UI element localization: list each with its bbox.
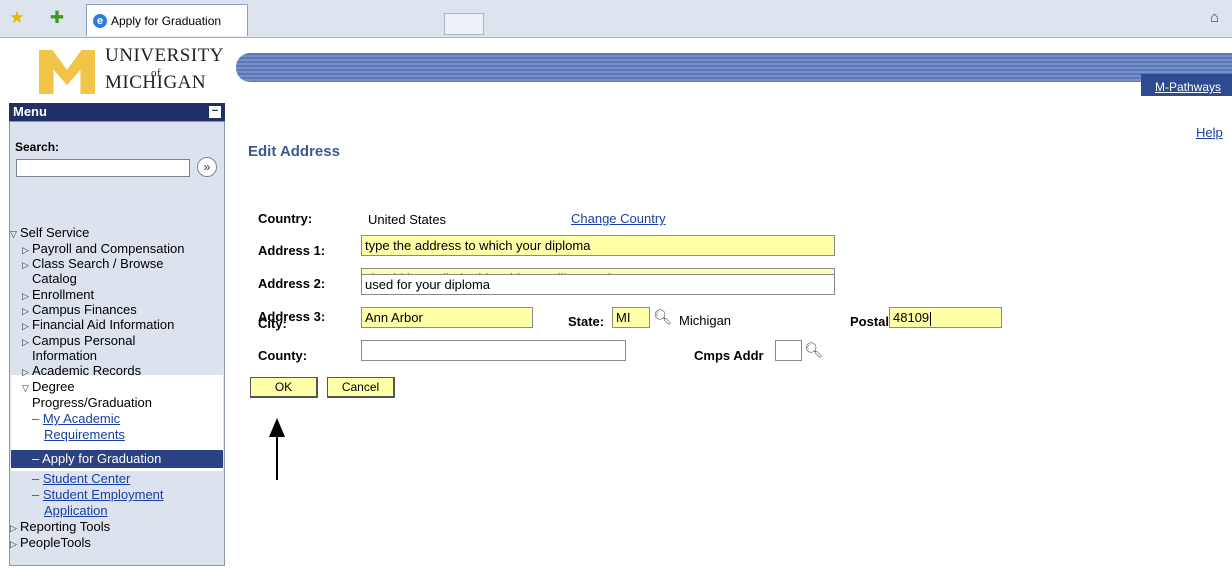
banner-stripe bbox=[236, 53, 1232, 82]
menu-item-apply-graduation[interactable]: – Apply for Graduation bbox=[32, 451, 161, 466]
browser-tab-bar: ★ ✚ e Apply for Graduation ⌂ bbox=[0, 0, 1232, 38]
menu-item-degree-wrap[interactable]: Progress/Graduation bbox=[32, 395, 152, 410]
state-label: State: bbox=[568, 314, 605, 329]
menu-item-student-employment[interactable]: – Student Employment bbox=[32, 487, 164, 502]
address1-label: Address 1: bbox=[258, 243, 326, 258]
state-name: Michigan bbox=[679, 313, 732, 328]
collapsed-triangle-icon: ▷ bbox=[22, 367, 29, 377]
menu-item-financial-aid[interactable]: ▷ Financial Aid Information bbox=[22, 317, 174, 334]
address1-input[interactable]: type the address to which your diploma bbox=[361, 235, 835, 256]
city-input[interactable]: Ann Arbor bbox=[361, 307, 533, 328]
cmps-addr-lookup-icon[interactable]: 🔍︎ bbox=[804, 341, 823, 359]
home-icon[interactable]: ⌂ bbox=[1210, 9, 1228, 27]
menu-item-student-center[interactable]: – Student Center bbox=[32, 471, 130, 486]
university-logo: UNIVERSITY of MICHIGAN bbox=[9, 40, 226, 102]
collapsed-triangle-icon: ▷ bbox=[22, 260, 29, 270]
address2-label: Address 2: bbox=[258, 276, 326, 291]
new-tab-button[interactable] bbox=[444, 13, 484, 35]
menu-item-my-academic-req-wrap[interactable]: Requirements bbox=[44, 427, 125, 442]
cmps-addr-input[interactable] bbox=[775, 340, 802, 361]
menu-item-academic-records[interactable]: ▷ Academic Records bbox=[22, 363, 141, 380]
menu-title: Menu bbox=[13, 104, 47, 119]
menu-search-input[interactable] bbox=[16, 159, 190, 177]
menu-header: Menu − bbox=[9, 103, 225, 121]
help-link[interactable]: Help bbox=[1196, 125, 1223, 140]
star-favorites-icon[interactable]: ★ bbox=[8, 9, 26, 27]
menu-item-my-academic-req[interactable]: – My Academic bbox=[32, 411, 120, 426]
city-label: City: bbox=[258, 316, 287, 331]
change-country-link[interactable]: Change Country bbox=[571, 211, 666, 226]
ok-button[interactable]: OK bbox=[250, 377, 318, 398]
menu-item-student-employment-wrap[interactable]: Application bbox=[44, 503, 108, 518]
county-label: County: bbox=[258, 348, 308, 363]
country-label: Country: bbox=[258, 211, 313, 226]
cmps-addr-label: Cmps Addr bbox=[694, 348, 764, 363]
block-m-icon bbox=[39, 50, 95, 94]
annotation-arrow-shaft bbox=[276, 436, 278, 480]
menu-item-degree[interactable]: ▽ Degree bbox=[22, 379, 75, 396]
collapsed-triangle-icon: ▷ bbox=[22, 321, 29, 331]
text-caret bbox=[930, 312, 931, 326]
state-lookup-icon[interactable]: 🔍︎ bbox=[653, 308, 672, 326]
country-value: United States bbox=[368, 212, 447, 227]
collapsed-triangle-icon: ▷ bbox=[22, 337, 29, 347]
search-go-icon[interactable]: » bbox=[197, 157, 217, 177]
expanded-triangle-icon: ▽ bbox=[22, 383, 29, 393]
menu-item-peopletools[interactable]: ▷ PeopleTools bbox=[10, 535, 91, 552]
page-title: Edit Address bbox=[248, 143, 340, 160]
menu-item-reporting-tools[interactable]: ▷ Reporting Tools bbox=[10, 519, 110, 536]
collapsed-triangle-icon: ▷ bbox=[10, 539, 17, 549]
address3-field[interactable]: used for your diploma bbox=[361, 274, 835, 295]
header-banner bbox=[226, 40, 1232, 96]
browser-tab-title: Apply for Graduation bbox=[111, 14, 222, 28]
expanded-triangle-icon: ▽ bbox=[10, 229, 17, 239]
menu-item-self-service[interactable]: ▽ Self Service bbox=[10, 225, 89, 242]
county-input[interactable] bbox=[361, 340, 626, 361]
collapsed-triangle-icon: ▷ bbox=[10, 523, 17, 533]
add-favorites-icon[interactable]: ✚ bbox=[48, 9, 66, 27]
postal-label: Postal: bbox=[850, 314, 894, 329]
menu-panel: Search: » ▽ Self Service ▷ Payroll and Com… bbox=[9, 121, 225, 566]
mpathways-link[interactable]: M-Pathways bbox=[1155, 80, 1221, 94]
collapse-icon[interactable]: − bbox=[209, 106, 221, 118]
menu-search-label: Search: bbox=[15, 140, 60, 154]
state-input[interactable]: MI bbox=[612, 307, 650, 328]
browser-tab[interactable]: e Apply for Graduation bbox=[86, 4, 248, 36]
logo-text-university: UNIVERSITY bbox=[105, 45, 224, 66]
ie-page-icon: e bbox=[93, 14, 107, 28]
menu-item-campus-personal-wrap[interactable]: Information bbox=[32, 348, 97, 363]
annotation-arrow-head bbox=[269, 418, 285, 437]
logo-text-michigan: MICHIGAN bbox=[105, 72, 207, 93]
cancel-button[interactable]: Cancel bbox=[327, 377, 395, 398]
menu-item-class-search-wrap[interactable]: Catalog bbox=[32, 271, 77, 286]
postal-input[interactable]: 48109 bbox=[889, 307, 1002, 328]
